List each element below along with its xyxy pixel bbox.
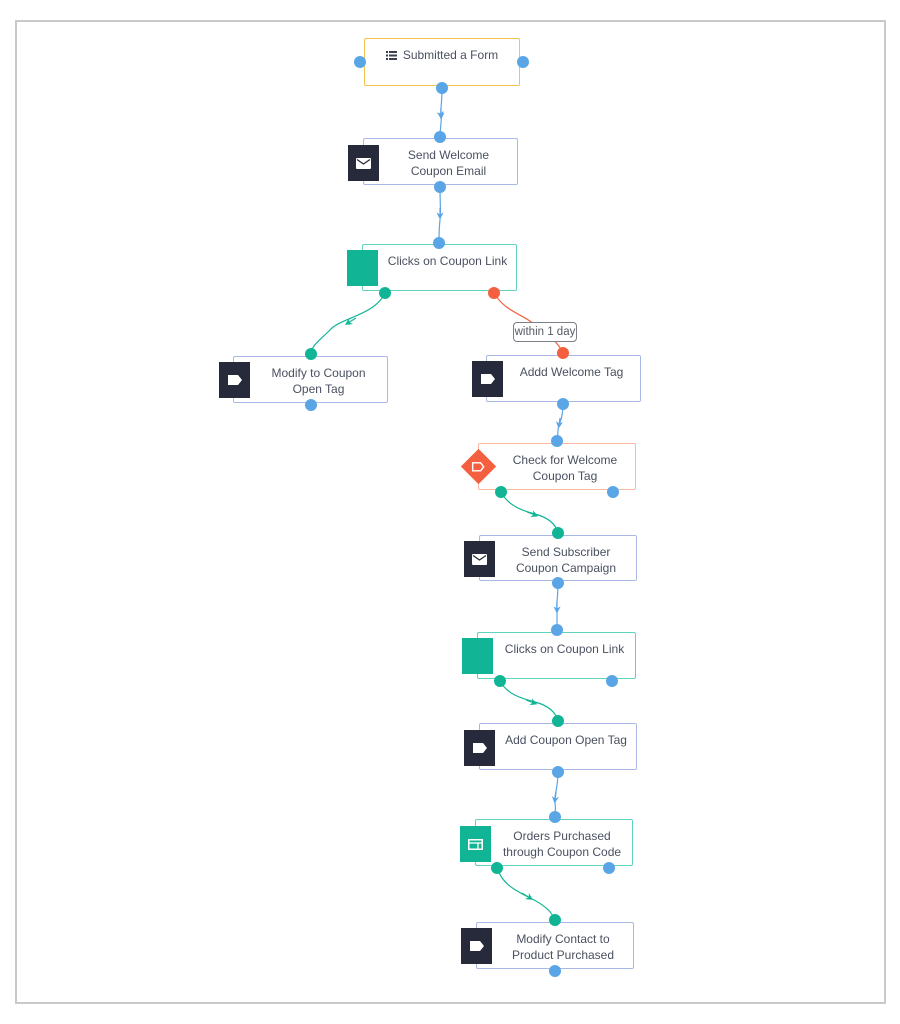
connector-in[interactable] bbox=[552, 527, 564, 539]
green-square-icon bbox=[347, 250, 378, 286]
connector-out[interactable] bbox=[549, 965, 561, 977]
node-title: Add Coupon Open Tag bbox=[505, 733, 627, 747]
connector-left[interactable] bbox=[354, 56, 366, 68]
node-submitted-a-form[interactable]: Submitted a Form bbox=[364, 38, 520, 86]
connector-out[interactable] bbox=[557, 398, 569, 410]
tag-icon bbox=[461, 928, 492, 964]
connector-out[interactable] bbox=[436, 82, 448, 94]
list-icon bbox=[385, 51, 397, 60]
node-title: Check for Welcome Coupon Tag bbox=[512, 453, 618, 483]
connector-right[interactable] bbox=[517, 56, 529, 68]
tag-icon bbox=[219, 362, 250, 398]
connector-no[interactable] bbox=[607, 486, 619, 498]
node-send-subscriber-coupon-campaign[interactable]: Send Subscriber Coupon Campaign bbox=[479, 535, 637, 581]
node-addd-welcome-tag[interactable]: Addd Welcome Tag bbox=[486, 355, 641, 402]
node-title: Orders Purchased through Coupon Code bbox=[502, 829, 622, 859]
envelope-icon bbox=[348, 145, 379, 181]
connector-yes[interactable] bbox=[495, 486, 507, 498]
node-modify-to-coupon-open-tag[interactable]: Modify to Coupon Open Tag bbox=[233, 356, 388, 403]
node-title: Clicks on Coupon Link bbox=[504, 642, 625, 656]
node-title: Modify to Coupon Open Tag bbox=[271, 366, 366, 396]
connector-yes[interactable] bbox=[494, 675, 506, 687]
connector-in[interactable] bbox=[551, 435, 563, 447]
connector-no[interactable] bbox=[603, 862, 615, 874]
connector-in[interactable] bbox=[549, 811, 561, 823]
node-title: Modify Contact to Product Purchased bbox=[511, 932, 615, 962]
order-icon bbox=[460, 826, 491, 862]
edge-label-within-1-day[interactable]: within 1 day bbox=[513, 322, 577, 342]
node-add-coupon-open-tag[interactable]: Add Coupon Open Tag bbox=[479, 723, 637, 770]
tag-icon bbox=[472, 361, 503, 397]
connector-out[interactable] bbox=[552, 766, 564, 778]
connector-yes[interactable] bbox=[491, 862, 503, 874]
connector-in[interactable] bbox=[549, 914, 561, 926]
node-title: Send Welcome Coupon Email bbox=[407, 148, 490, 178]
node-send-welcome-coupon-email[interactable]: Send Welcome Coupon Email bbox=[363, 138, 518, 185]
green-square-icon bbox=[462, 638, 493, 674]
connector-no[interactable] bbox=[606, 675, 618, 687]
connector-in[interactable] bbox=[433, 237, 445, 249]
connector-yes[interactable] bbox=[379, 287, 391, 299]
connector-in[interactable] bbox=[434, 131, 446, 143]
node-clicks-on-coupon-link-2[interactable]: Clicks on Coupon Link bbox=[477, 632, 636, 679]
node-modify-contact-to-product-purchased[interactable]: Modify Contact to Product Purchased bbox=[476, 922, 634, 969]
node-check-for-welcome-coupon-tag[interactable]: Check for Welcome Coupon Tag bbox=[478, 443, 636, 490]
connector-in[interactable] bbox=[305, 348, 317, 360]
connector-in[interactable] bbox=[551, 624, 563, 636]
connector-no[interactable] bbox=[488, 287, 500, 299]
envelope-icon bbox=[464, 541, 495, 577]
connector-out[interactable] bbox=[552, 577, 564, 589]
node-title: Clicks on Coupon Link bbox=[387, 254, 508, 268]
connector-out[interactable] bbox=[434, 181, 446, 193]
connector-in[interactable] bbox=[552, 715, 564, 727]
connector-out[interactable] bbox=[305, 399, 317, 411]
node-title: Submitted a Form bbox=[402, 48, 499, 62]
node-title: Addd Welcome Tag bbox=[519, 365, 624, 379]
tag-icon bbox=[464, 730, 495, 766]
node-title: Send Subscriber Coupon Campaign bbox=[515, 545, 617, 575]
node-orders-purchased-through-coupon-code[interactable]: Orders Purchased through Coupon Code bbox=[475, 819, 633, 866]
node-label: Submitted a Form bbox=[365, 47, 519, 63]
node-clicks-on-coupon-link[interactable]: Clicks on Coupon Link bbox=[362, 244, 517, 291]
connector-in[interactable] bbox=[557, 347, 569, 359]
